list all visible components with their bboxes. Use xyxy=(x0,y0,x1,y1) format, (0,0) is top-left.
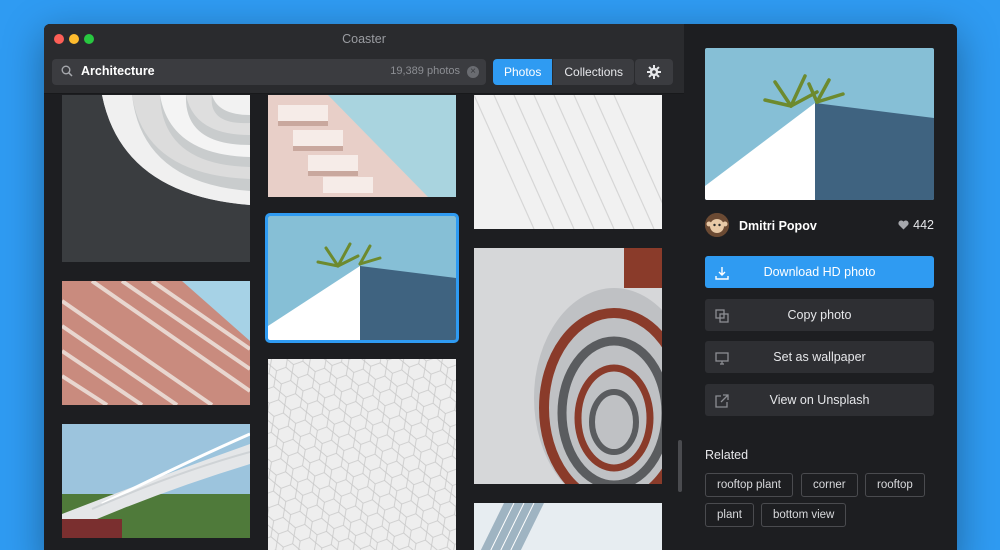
set-wallpaper-button[interactable]: Set as wallpaper xyxy=(705,341,934,373)
tag-plant[interactable]: plant xyxy=(705,503,754,527)
copy-photo-label: Copy photo xyxy=(787,308,852,322)
tab-photos[interactable]: Photos xyxy=(493,59,553,85)
related-heading: Related xyxy=(705,448,749,462)
heart-icon xyxy=(898,220,909,230)
photo-glass-building[interactable] xyxy=(474,503,662,550)
photo-spiral-staircase[interactable] xyxy=(474,248,662,484)
photo-preview[interactable] xyxy=(705,48,934,200)
tag-bottom-view[interactable]: bottom view xyxy=(761,503,847,527)
download-icon xyxy=(715,267,729,280)
photo-pink-facade[interactable] xyxy=(62,281,250,405)
copy-photo-button[interactable]: Copy photo xyxy=(705,299,934,331)
author-name[interactable]: Dmitri Popov xyxy=(739,219,817,233)
title-bar: Coaster xyxy=(44,24,684,54)
author-avatar[interactable] xyxy=(705,213,729,237)
view-segmented-control: Photos Collections xyxy=(493,59,635,85)
view-on-unsplash-label: View on Unsplash xyxy=(769,393,870,407)
browse-pane: Coaster Architecture 19,389 photos × Pho… xyxy=(44,24,684,550)
set-wallpaper-label: Set as wallpaper xyxy=(773,350,866,364)
view-on-unsplash-button[interactable]: View on Unsplash xyxy=(705,384,934,416)
gear-icon xyxy=(647,65,661,79)
minimize-window-button[interactable] xyxy=(69,34,79,44)
close-window-button[interactable] xyxy=(54,34,64,44)
photo-pink-blocks[interactable] xyxy=(268,95,456,197)
photo-grid[interactable] xyxy=(44,95,684,550)
external-link-icon xyxy=(715,394,729,408)
like-count[interactable]: 442 xyxy=(898,218,934,232)
result-count: 19,389 photos xyxy=(390,65,460,77)
monitor-icon xyxy=(715,352,729,365)
photo-white-hex-facade[interactable] xyxy=(268,359,456,550)
download-hd-label: Download HD photo xyxy=(763,265,876,279)
like-count-value: 442 xyxy=(913,218,934,232)
photo-green-bridge[interactable] xyxy=(62,424,250,538)
zoom-window-button[interactable] xyxy=(84,34,94,44)
download-hd-button[interactable]: Download HD photo xyxy=(705,256,934,288)
window-title: Coaster xyxy=(342,32,386,46)
search-field[interactable]: Architecture 19,389 photos × xyxy=(52,59,486,85)
app-window: Coaster Architecture 19,389 photos × Pho… xyxy=(44,24,957,550)
grid-scrollbar[interactable] xyxy=(678,440,682,492)
toolbar: Architecture 19,389 photos × Photos Coll… xyxy=(44,54,684,94)
tag-rooftop-plant[interactable]: rooftop plant xyxy=(705,473,793,497)
search-icon xyxy=(61,65,73,77)
copy-icon xyxy=(715,309,729,323)
tag-corner[interactable]: corner xyxy=(801,473,858,497)
photo-white-curves[interactable] xyxy=(62,95,250,262)
settings-button[interactable] xyxy=(635,59,673,85)
clear-search-icon[interactable]: × xyxy=(467,66,479,78)
photo-rooftop-plant-selected[interactable] xyxy=(265,213,459,343)
detail-panel: Dmitri Popov 442 Download HD photo Copy … xyxy=(684,24,957,550)
tab-collections[interactable]: Collections xyxy=(553,59,635,85)
tag-rooftop[interactable]: rooftop xyxy=(865,473,925,497)
photo-white-lines[interactable] xyxy=(474,95,662,229)
search-query[interactable]: Architecture xyxy=(81,64,155,78)
